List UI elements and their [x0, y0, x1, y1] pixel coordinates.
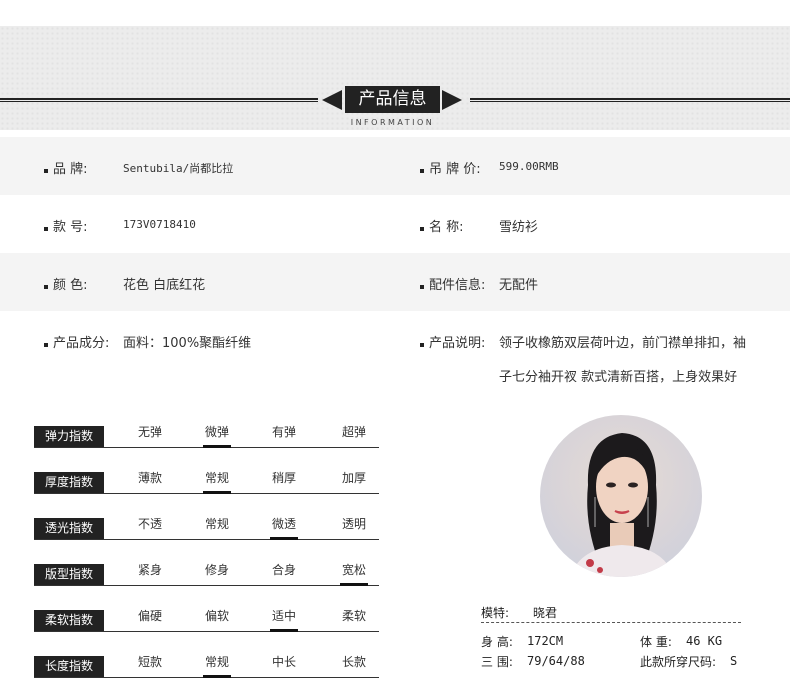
index-option: 适中 [271, 609, 296, 623]
index-option: 宽松 [341, 563, 366, 577]
price-label: 吊 牌 价: [429, 162, 481, 177]
price-value: 599.00RMB [499, 160, 559, 173]
banner-rule-left [0, 98, 318, 102]
accessory-value: 无配件 [499, 278, 539, 293]
section-subtitle: INFORMATION [350, 118, 435, 127]
brand-label: 品 牌: [53, 162, 88, 177]
desc-line-2: 子七分袖开衩 款式清新百搭，上身效果好 [499, 370, 738, 385]
index-option: 透明 [341, 517, 366, 531]
index-option: 柔软 [341, 609, 366, 623]
measure-label: 三 围: [481, 655, 513, 669]
index-option: 中长 [271, 655, 296, 669]
index-option: 常规 [204, 655, 229, 669]
model-name-label: 模特: [481, 606, 510, 620]
index-row: 柔软指数 偏硬 偏软 适中 柔软 [34, 607, 379, 632]
index-label: 长度指数 [34, 656, 104, 677]
color-value: 花色 白底红花 [123, 278, 206, 293]
index-option: 常规 [204, 471, 229, 485]
bullet-icon [44, 169, 48, 173]
bullet-icon [44, 227, 48, 231]
index-option: 不透 [137, 517, 162, 531]
composition-label: 产品成分: [53, 336, 110, 351]
composition-value: 面料：100%聚酯纤维 [123, 336, 252, 351]
selected-marker [340, 583, 368, 586]
style-label: 款 号: [53, 220, 88, 235]
style-value: 173V0718410 [123, 218, 196, 231]
accessory-label: 配件信息: [429, 278, 486, 293]
info-row-4: 产品成分: 面料：100%聚酯纤维 产品说明: 领子收橡筋双层荷叶边，前门襟单排… [0, 311, 790, 391]
info-row-1: 品 牌: Sentubila/尚都比拉 吊 牌 价: 599.00RMB [0, 137, 790, 195]
model-photo [540, 415, 702, 577]
index-option: 偏硬 [137, 609, 162, 623]
index-option: 有弹 [271, 425, 296, 439]
ribbon-right [442, 90, 462, 110]
weight-value: 46 KG [686, 634, 723, 648]
model-name-value: 晓君 [533, 606, 558, 620]
bullet-icon [44, 285, 48, 289]
desc-line-1: 领子收橡筋双层荷叶边，前门襟单排扣，袖 [499, 336, 747, 351]
index-row: 弹力指数 无弹 微弹 有弹 超弹 [34, 423, 379, 448]
index-row: 厚度指数 薄款 常规 稍厚 加厚 [34, 469, 379, 494]
index-option: 薄款 [137, 471, 162, 485]
name-label: 名 称: [429, 220, 464, 235]
index-option: 加厚 [341, 471, 366, 485]
index-row: 版型指数 紧身 修身 合身 宽松 [34, 561, 379, 586]
model-portrait-image [570, 433, 674, 577]
index-option: 无弹 [137, 425, 162, 439]
banner-rule-right [470, 98, 790, 102]
index-label: 弹力指数 [34, 426, 104, 447]
height-value: 172CM [527, 634, 564, 648]
index-option: 长款 [341, 655, 366, 669]
index-option: 常规 [204, 517, 229, 531]
height-label: 身 高: [481, 635, 513, 649]
bullet-icon [420, 169, 424, 173]
selected-marker [203, 445, 231, 448]
index-label: 透光指数 [34, 518, 104, 539]
index-label: 厚度指数 [34, 472, 104, 493]
brand-value: Sentubila/尚都比拉 [123, 162, 234, 175]
header-banner: 产品信息 INFORMATION [0, 26, 790, 130]
index-option: 短款 [137, 655, 162, 669]
bullet-icon [420, 285, 424, 289]
size-value: S [730, 654, 738, 668]
index-row: 透光指数 不透 常规 微透 透明 [34, 515, 379, 540]
selected-marker [203, 491, 231, 494]
info-row-3: 颜 色: 花色 白底红花 配件信息: 无配件 [0, 253, 790, 311]
name-value: 雪纺衫 [499, 220, 539, 235]
desc-label: 产品说明: [429, 336, 486, 351]
index-option: 微弹 [204, 425, 229, 439]
index-label: 版型指数 [34, 564, 104, 585]
index-option: 微透 [271, 517, 296, 531]
weight-label: 体 重: [640, 635, 672, 649]
index-row: 长度指数 短款 常规 中长 长款 [34, 653, 379, 678]
size-label: 此款所穿尺码: [640, 655, 717, 669]
index-label: 柔软指数 [34, 610, 104, 631]
index-option: 合身 [271, 563, 296, 577]
divider [481, 622, 741, 623]
index-option: 超弹 [341, 425, 366, 439]
measure-value: 79/64/88 [527, 654, 585, 668]
bullet-icon [44, 343, 48, 347]
section-title: 产品信息 [345, 86, 440, 113]
selected-marker [270, 537, 298, 540]
index-option: 紧身 [137, 563, 162, 577]
index-option: 修身 [204, 563, 229, 577]
index-option: 偏软 [204, 609, 229, 623]
ribbon-left [322, 90, 342, 110]
info-row-2: 款 号: 173V0718410 名 称: 雪纺衫 [0, 195, 790, 253]
bullet-icon [420, 227, 424, 231]
bullet-icon [420, 343, 424, 347]
index-option: 稍厚 [271, 471, 296, 485]
selected-marker [270, 629, 298, 632]
color-label: 颜 色: [53, 278, 88, 293]
